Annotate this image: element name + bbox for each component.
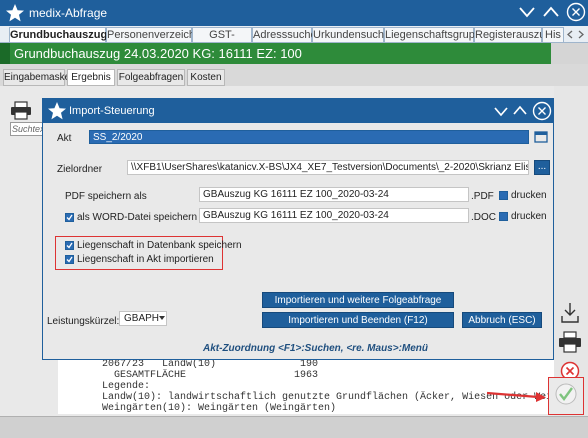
tab-bar: Grundbuchauszug Personenverzeichnis GST-… [0,26,588,55]
document-side-icon [0,43,10,64]
tab-grundbuchauszug[interactable]: Grundbuchauszug [9,27,107,42]
search-input[interactable]: Suchtext [10,122,47,136]
import-dialog: Import-Steuerung Akt SS_2/2020 Zielordne… [42,98,554,360]
tab-gst-auszug[interactable]: GST-Auszug [192,27,252,55]
print-icon[interactable] [558,331,582,353]
document-title: Grundbuchauszug 24.03.2020 KG: 16111 EZ:… [14,46,302,61]
cancel-button[interactable]: Abbruch (ESC) [462,312,542,328]
star-icon [48,102,66,120]
tab-liegenschaftsgruppe[interactable]: Liegenschaftsgruppe [384,27,487,42]
header-filler [551,43,588,64]
download-icon[interactable] [560,302,580,324]
status-bar [0,416,588,438]
tab-personenverzeichnis[interactable]: Personenverzeichnis [106,27,209,42]
db-checkbox-label: Liegenschaft in Datenbank speichern [77,240,242,251]
tab-registerauszug[interactable]: Registerauszug [474,27,551,42]
dropdown-arrow-icon[interactable] [159,316,165,321]
leistung-label: Leistungskürzel: [47,316,120,327]
right-action-panel [554,86,588,416]
tab-his[interactable]: His [542,27,564,42]
result-line: GESAMTFLÄCHE 1963 [78,370,319,381]
result-line: Legende: [78,381,151,392]
import-follow-button[interactable]: Importieren und weitere Folgeabfrage (F1… [262,292,454,322]
pdf-extension: .PDF [471,191,494,202]
checkmark-icon[interactable] [554,382,578,406]
app-title: medix-Abfrage [29,6,108,20]
zielordner-input[interactable]: \\XFB1\UserShares\katanicv.X-BS\JX4_XE7_… [127,160,529,175]
star-logo-icon [6,4,24,22]
akt-input[interactable]: SS_2/2020 [89,130,529,144]
printer-icon[interactable] [10,101,32,120]
document-header: Grundbuchauszug 24.03.2020 KG: 16111 EZ:… [0,43,551,64]
red-arrow-annotation [486,391,546,402]
pdf-filename-input[interactable]: GBAuszug KG 16111 EZ 100_2020-03-24 [199,187,469,202]
pdf-print-label: drucken [511,190,547,201]
db-checkbox[interactable] [65,241,74,250]
dialog-close-icon[interactable] [532,101,552,121]
dialog-title: Import-Steuerung [69,105,155,117]
dialog-expand-icon[interactable] [512,105,528,117]
pdf-label: PDF speichern als [65,191,147,202]
akt-label: Akt [57,133,72,144]
app-titlebar: medix-Abfrage [0,0,588,26]
chevron-left-icon[interactable] [566,30,574,39]
pdf-print-checkbox[interactable] [499,191,508,200]
word-print-checkbox[interactable] [499,212,508,221]
dialog-hint: Akt-Zuordnung <F1>:Suchen, <re. Maus>:Me… [203,343,429,354]
chevron-right-icon[interactable] [577,30,585,39]
leistung-value: GBAPH [124,313,160,324]
akt-import-label: Liegenschaft in Akt importieren [77,254,214,265]
zielordner-label: Zielordner [57,164,103,175]
word-filename-input[interactable]: GBAuszug KG 16111 EZ 100_2020-03-24 [199,208,469,223]
close-icon[interactable] [566,2,586,22]
expand-icon[interactable] [542,5,560,19]
collapse-icon[interactable] [518,5,536,19]
result-line: Weingärten(10): Weingärten (Weingärten) [78,403,337,414]
subtab-ergebnis[interactable]: Ergebnis [67,69,115,86]
dialog-collapse-icon[interactable] [493,105,509,117]
word-extension: .DOC [471,212,496,223]
akt-import-checkbox[interactable] [65,255,74,264]
word-checkbox[interactable] [65,213,74,222]
word-print-label: drucken [511,211,547,222]
dialog-titlebar: Import-Steuerung [43,99,553,123]
tab-urkundensuche[interactable]: Urkundensuche [312,27,390,42]
subtab-kosten[interactable]: Kosten [187,69,225,86]
result-line: 2067/23 Landw(10) 190 [78,359,319,370]
import-close-button[interactable]: Importieren und Beenden (F12) [262,312,454,328]
word-label: als WORD-Datei speichern [77,212,198,223]
subtab-folgeabfragen[interactable]: Folgeabfragen [117,69,185,86]
tab-adresssuche[interactable]: Adresssuche [252,27,317,42]
subtab-bar: Eingabemaske Ergebnis Folgeabfragen Kost… [0,64,588,86]
browse-button[interactable]: ... [534,160,550,175]
folder-icon[interactable] [534,129,548,143]
subtab-eingabemaske[interactable]: Eingabemaske [3,69,70,86]
